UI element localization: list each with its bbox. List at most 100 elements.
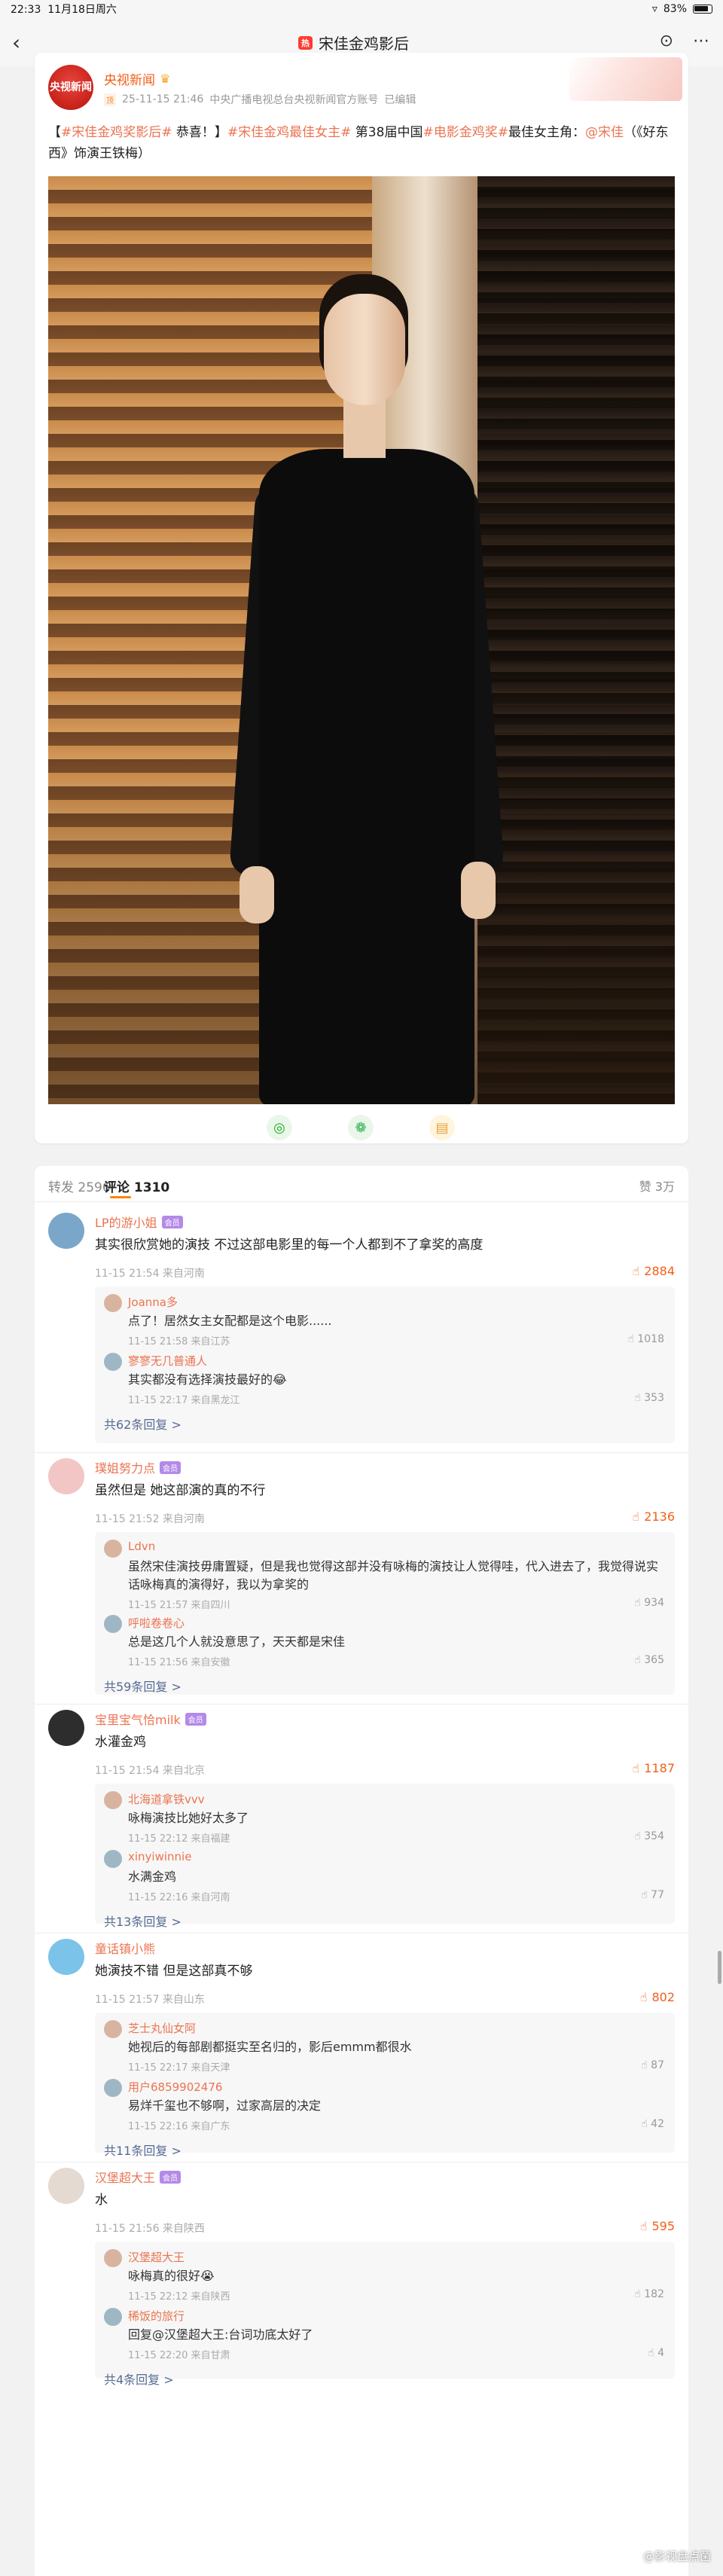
- like-count: 1187: [644, 1761, 675, 1775]
- avatar[interactable]: [104, 1353, 122, 1371]
- reply-like-button[interactable]: ☝ 934: [634, 1597, 664, 1609]
- post-photo[interactable]: [48, 176, 675, 1104]
- avatar[interactable]: [104, 2020, 122, 2038]
- author-name[interactable]: 央视新闻: [104, 69, 155, 88]
- hashtag-link[interactable]: #宋佳金鸡最佳女主#: [227, 125, 352, 140]
- status-time: 22:33: [11, 4, 41, 16]
- avatar[interactable]: [48, 1710, 84, 1746]
- chevron-left-icon[interactable]: ‹: [12, 30, 20, 55]
- wifi-icon: ▿: [651, 3, 657, 15]
- avatar[interactable]: [104, 2308, 122, 2326]
- figure-face: [324, 294, 405, 405]
- reply-author-name[interactable]: 寥寥无几普通人: [128, 1353, 207, 1369]
- thumbs-up-icon: ☝: [627, 1333, 638, 1345]
- comment-meta: 11-15 21:52 来自河南: [95, 1513, 205, 1525]
- reply-like-button[interactable]: ☝ 42: [641, 2118, 664, 2130]
- like-button[interactable]: ☝ 1187: [633, 1761, 675, 1775]
- reply-author-name[interactable]: Ldvn: [128, 1540, 155, 1553]
- tab-likes[interactable]: 赞 3万: [639, 1177, 675, 1195]
- like-button[interactable]: ☝ 595: [640, 2219, 675, 2233]
- avatar[interactable]: [104, 1615, 122, 1633]
- reply-text: 其实都没有选择演技最好的😂: [128, 1372, 287, 1387]
- save-icon[interactable]: ▤: [429, 1115, 455, 1140]
- tab-comments[interactable]: 评论 1310: [104, 1177, 169, 1195]
- reply-meta: 11-15 22:20 来自甘肃: [128, 2350, 230, 2361]
- author-name-row[interactable]: 央视新闻 ♛: [104, 69, 170, 88]
- like-count: 2884: [644, 1264, 675, 1278]
- reply-author-name[interactable]: 北海道拿铁vvv: [128, 1791, 205, 1807]
- avatar[interactable]: [104, 2249, 122, 2267]
- reply-like-button[interactable]: ☝ 365: [634, 1654, 664, 1666]
- decor-banner: [569, 57, 682, 101]
- avatar[interactable]: [104, 1791, 122, 1809]
- figure-neck: [343, 398, 386, 458]
- like-count: 365: [644, 1654, 664, 1666]
- avatar[interactable]: 央视新闻: [48, 65, 93, 110]
- moments-share-icon[interactable]: ❁: [348, 1115, 374, 1140]
- reply-author-name[interactable]: 汉堡超大王: [128, 2249, 185, 2265]
- reply-text: 她视后的每部剧都挺实至名归的，影后emmm都很水: [128, 2040, 412, 2054]
- comment-author[interactable]: 宝里宝气恰milk 会员: [95, 1710, 206, 1728]
- view-more-replies[interactable]: 共59条回复 >: [104, 1677, 182, 1695]
- status-bar: 22:33 11月18日周六 ▿ 83%: [0, 0, 723, 18]
- reply-like-button[interactable]: ☝ 1018: [627, 1333, 664, 1345]
- comment-author[interactable]: LP的游小姐 会员: [95, 1213, 183, 1231]
- mention-link[interactable]: @宋佳: [585, 125, 624, 140]
- member-badge: 会员: [185, 1712, 206, 1726]
- thumbs-up-icon: ☝: [632, 1264, 640, 1278]
- avatar[interactable]: [104, 1850, 122, 1868]
- view-more-replies[interactable]: 共62条回复 >: [104, 1415, 182, 1433]
- comment-author-name[interactable]: LP的游小姐: [95, 1213, 157, 1231]
- like-button[interactable]: ☝ 802: [640, 1990, 675, 2004]
- reply-like-button[interactable]: ☝ 354: [634, 1830, 664, 1842]
- view-more-replies[interactable]: 共11条回复 >: [104, 2141, 182, 2159]
- comment-author[interactable]: 汉堡超大王 会员: [95, 2168, 182, 2186]
- comment-author-name[interactable]: 璞姐努力点: [95, 1458, 155, 1476]
- reply-box: [95, 1532, 675, 1695]
- avatar[interactable]: [104, 1294, 122, 1312]
- reply-like-button[interactable]: ☝ 87: [641, 2059, 664, 2071]
- reply-author-name[interactable]: 芝士丸仙女阿: [128, 2020, 196, 2036]
- avatar[interactable]: [48, 1939, 84, 1975]
- hashtag-link[interactable]: #宋佳金鸡奖影后#: [61, 125, 172, 140]
- reply-like-button[interactable]: ☝ 4: [648, 2347, 664, 2359]
- headphones-icon[interactable]: ⊙: [660, 32, 673, 50]
- view-more-replies[interactable]: 共4条回复 >: [104, 2370, 174, 2388]
- avatar[interactable]: [104, 2079, 122, 2097]
- thumbs-up-icon: ☝: [641, 1889, 651, 1901]
- scrollbar[interactable]: [718, 1951, 721, 1984]
- reply-author-name[interactable]: Joanna多: [128, 1294, 178, 1310]
- reply-author-name[interactable]: 呼啦卷卷心: [128, 1615, 185, 1631]
- comment-author-name[interactable]: 汉堡超大王: [95, 2168, 155, 2186]
- reply-like-button[interactable]: ☝ 182: [634, 2288, 664, 2300]
- like-count: 42: [651, 2118, 664, 2130]
- avatar[interactable]: [48, 1458, 84, 1494]
- avatar[interactable]: [48, 1213, 84, 1249]
- like-count: 182: [644, 2288, 664, 2300]
- more-icon[interactable]: ⋯: [693, 32, 709, 50]
- reply-meta: 11-15 21:57 来自四川: [128, 1600, 230, 1611]
- tab-reposts[interactable]: 转发 2596: [48, 1177, 111, 1195]
- reply-like-button[interactable]: ☝ 77: [641, 1889, 664, 1901]
- reply-like-button[interactable]: ☝ 353: [634, 1392, 664, 1404]
- avatar[interactable]: [48, 2168, 84, 2204]
- view-more-replies[interactable]: 共13条回复 >: [104, 1912, 182, 1930]
- like-button[interactable]: ☝ 2884: [633, 1264, 675, 1278]
- like-button[interactable]: ☝ 2136: [633, 1509, 675, 1524]
- reply-author-name[interactable]: 用户6859902476: [128, 2079, 222, 2095]
- avatar[interactable]: [104, 1540, 122, 1558]
- post-text: 【#宋佳金鸡奖影后# 恭喜！】#宋佳金鸡最佳女主# 第38届中国#电影金鸡奖#最…: [48, 122, 673, 164]
- comment-author-name[interactable]: 童话镇小熊: [95, 1939, 155, 1957]
- hashtag-link[interactable]: #电影金鸡奖#: [423, 125, 508, 140]
- comment-author-name[interactable]: 宝里宝气恰milk: [95, 1710, 181, 1728]
- reply-author-name[interactable]: xinyiwinnie: [128, 1850, 191, 1863]
- reply-author-name[interactable]: 稀饭的旅行: [128, 2308, 185, 2324]
- comment-author[interactable]: 童话镇小熊: [95, 1939, 155, 1957]
- like-count: 934: [644, 1597, 664, 1609]
- comment-author[interactable]: 璞姐努力点 会员: [95, 1458, 182, 1476]
- member-badge: 会员: [160, 2170, 182, 2184]
- like-count: 4: [657, 2347, 664, 2359]
- like-count: 354: [644, 1830, 664, 1842]
- wechat-share-icon[interactable]: ◎: [267, 1115, 292, 1140]
- figure-hand-left: [239, 866, 274, 923]
